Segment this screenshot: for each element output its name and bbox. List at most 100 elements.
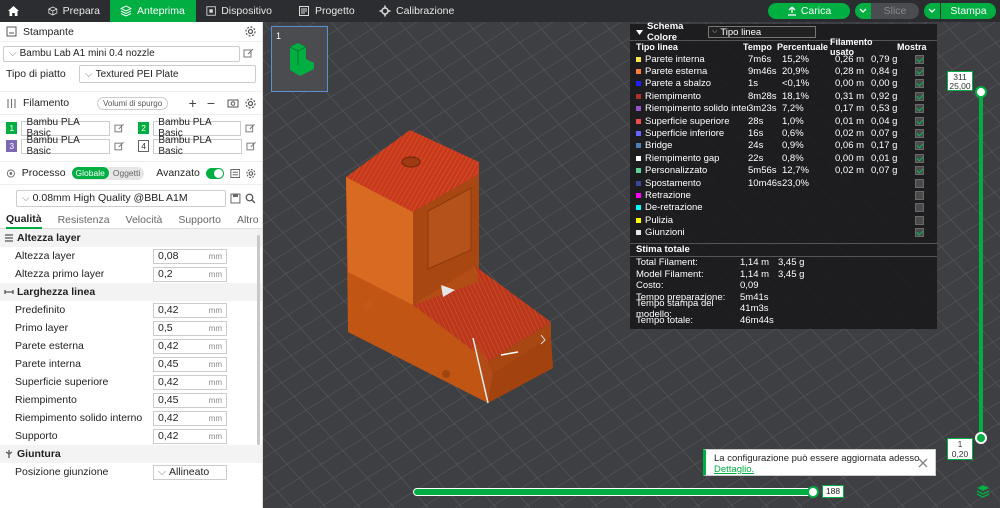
- edit-icon[interactable]: [243, 48, 254, 59]
- param-input[interactable]: 0,42 mm: [153, 374, 227, 390]
- process-section-header: Processo Globale Oggetti Avanzato: [0, 161, 262, 185]
- carica-button[interactable]: Carica: [768, 3, 850, 19]
- toggle-global[interactable]: Globale: [71, 167, 109, 179]
- edit-icon[interactable]: [114, 123, 124, 134]
- filament-number-4[interactable]: 4: [137, 140, 150, 152]
- layer-slider-track[interactable]: [979, 88, 983, 444]
- layer-top-height: 25,00: [949, 81, 971, 91]
- param-input[interactable]: 0,5 mm: [153, 320, 227, 336]
- tab-progetto-label: Progetto: [315, 5, 355, 17]
- params-scrollbar[interactable]: [257, 235, 260, 445]
- param-value: 0,42: [158, 412, 179, 424]
- legend-mode-select[interactable]: ⌵ Tipo linea: [708, 26, 816, 38]
- close-icon[interactable]: [918, 458, 928, 468]
- param-input[interactable]: 0,42 mm: [153, 428, 227, 444]
- legend-show-checkbox[interactable]: [915, 79, 924, 89]
- save-icon[interactable]: [230, 193, 241, 204]
- tab-progetto[interactable]: Progetto: [282, 0, 365, 22]
- tab-dispositivo[interactable]: Dispositivo: [196, 0, 282, 22]
- move-slider-handle[interactable]: [807, 486, 819, 498]
- tab-anteprima[interactable]: Anteprima: [110, 0, 196, 22]
- edit-icon[interactable]: [114, 141, 124, 152]
- stampa-group: Stampa: [924, 3, 996, 19]
- param-input[interactable]: 0,08 mm: [153, 248, 227, 264]
- legend-show-checkbox[interactable]: [915, 178, 924, 188]
- param-input[interactable]: 0,2 mm: [153, 266, 227, 282]
- legend-row: Parete interna 7m6s 15,2% 0,26 m 0,79 g: [630, 53, 937, 65]
- legend-row-grams: 0,84 g: [871, 66, 898, 78]
- filament-select-3[interactable]: Bambu PLA Basic: [21, 135, 110, 157]
- tab-calibrazione[interactable]: Calibrazione: [365, 0, 465, 22]
- layers-view-icon[interactable]: [976, 484, 990, 498]
- process-preset-select[interactable]: ⌵ 0.08mm High Quality @BBL A1M: [16, 189, 227, 207]
- legend-show-checkbox[interactable]: [915, 54, 924, 64]
- legend-show-checkbox[interactable]: [915, 153, 924, 163]
- param-select[interactable]: ⌵ Allineato: [153, 464, 227, 480]
- layer-top-handle[interactable]: [975, 86, 987, 98]
- toggle-objects[interactable]: Oggetti: [109, 167, 144, 179]
- layer-bottom-handle[interactable]: [975, 432, 987, 444]
- purge-volumes-button[interactable]: Volumi di spurgo: [97, 96, 169, 110]
- stampa-button[interactable]: Stampa: [940, 3, 996, 19]
- legend-show-checkbox[interactable]: [915, 166, 924, 176]
- tab-resistenza[interactable]: Resistenza: [58, 211, 110, 229]
- legend-show-checkbox[interactable]: [915, 228, 924, 238]
- legend-show-checkbox[interactable]: [915, 215, 924, 225]
- advanced-toggle[interactable]: [205, 167, 224, 179]
- param-input[interactable]: 0,42 mm: [153, 410, 227, 426]
- tab-prepara[interactable]: Prepara: [26, 0, 110, 22]
- legend-show-checkbox[interactable]: [915, 116, 924, 126]
- plate-select[interactable]: ⌵ Textured PEI Plate: [79, 65, 256, 83]
- slice-button[interactable]: Slice: [871, 3, 919, 19]
- tab-velocita[interactable]: Velocità: [126, 211, 163, 229]
- legend-swatch: [636, 81, 641, 87]
- printer-select[interactable]: ⌵ Bambu Lab A1 mini 0.4 nozzle: [3, 45, 240, 62]
- legend-show-checkbox[interactable]: [915, 104, 924, 114]
- filament-select-1[interactable]: Bambu PLA Basic: [21, 117, 110, 139]
- legend-show-checkbox[interactable]: [915, 190, 924, 200]
- param-unit: mm: [208, 377, 222, 387]
- add-filament-icon[interactable]: +: [189, 95, 197, 111]
- filament-list: 1 Bambu PLA Basic 2 Bambu PLA Basic 3 Ba…: [0, 115, 262, 157]
- remove-filament-icon[interactable]: −: [207, 95, 215, 111]
- compare-icon[interactable]: [230, 168, 241, 179]
- chevron-down-icon[interactable]: [636, 29, 643, 35]
- printer-row: ⌵ Bambu Lab A1 mini 0.4 nozzle: [0, 44, 262, 63]
- home-button[interactable]: [0, 0, 26, 22]
- filament-number-2[interactable]: 2: [137, 122, 150, 134]
- edit-icon[interactable]: [245, 123, 256, 134]
- move-slider-track[interactable]: [413, 488, 815, 496]
- param-input[interactable]: 0,42 mm: [153, 302, 227, 318]
- layer-height-icon: [5, 234, 13, 242]
- legend-show-checkbox[interactable]: [915, 141, 924, 151]
- tab-supporto[interactable]: Supporto: [178, 211, 221, 229]
- gear-icon[interactable]: [245, 26, 256, 37]
- legend-show-checkbox[interactable]: [915, 129, 924, 139]
- gear-icon[interactable]: [245, 97, 256, 109]
- legend-show-checkbox[interactable]: [915, 67, 924, 77]
- stampa-dropdown[interactable]: [924, 3, 940, 19]
- filament-select-4[interactable]: Bambu PLA Basic: [153, 135, 242, 157]
- filament-number-1[interactable]: 1: [6, 122, 18, 134]
- slice-dropdown[interactable]: [855, 3, 871, 19]
- param-input[interactable]: 0,42 mm: [153, 338, 227, 354]
- notification-link[interactable]: Dettaglio.: [714, 464, 929, 475]
- legend-row-grams: 0,01 g: [871, 152, 898, 164]
- filament-number-3[interactable]: 3: [6, 140, 18, 152]
- legend-show-checkbox[interactable]: [915, 203, 924, 213]
- gear-icon[interactable]: [246, 168, 256, 179]
- param-input[interactable]: 0,45 mm: [153, 356, 227, 372]
- param-unit: mm: [208, 359, 222, 369]
- tab-qualita[interactable]: Qualità: [6, 211, 42, 229]
- param-value: 0,2: [158, 268, 173, 280]
- search-icon[interactable]: [245, 193, 256, 204]
- param-value: 0,45: [158, 394, 179, 406]
- filament-select-2[interactable]: Bambu PLA Basic: [153, 117, 242, 139]
- edit-icon[interactable]: [245, 141, 256, 152]
- param-input[interactable]: 0,45 mm: [153, 392, 227, 408]
- legend-row: Retrazione: [630, 189, 937, 201]
- sync-icon[interactable]: [227, 98, 239, 109]
- legend-show-checkbox[interactable]: [915, 91, 924, 101]
- legend-row: Superficie superiore 28s 1,0% 0,01 m 0,04 g: [630, 115, 937, 127]
- tab-altro[interactable]: Altro: [237, 211, 259, 229]
